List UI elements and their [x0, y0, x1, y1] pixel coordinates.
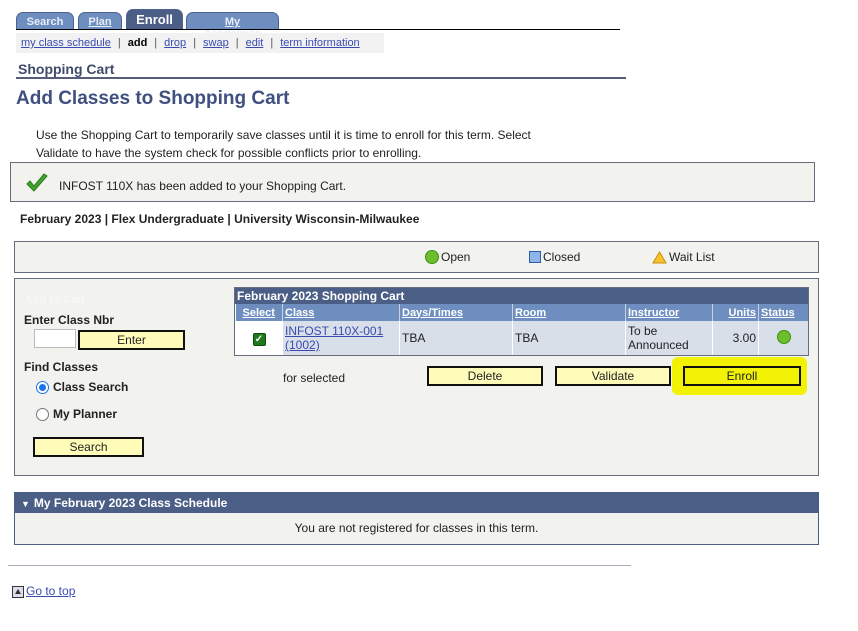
subnav-separator: | — [235, 37, 239, 49]
radio-unselected-icon[interactable] — [36, 407, 49, 421]
shopping-cart-grid: February 2023 Shopping Cart Select Class… — [234, 287, 809, 356]
subnav-add: add — [127, 37, 148, 49]
col-class[interactable]: Class — [282, 304, 400, 321]
waitlist-triangle-icon — [652, 250, 667, 263]
go-to-top-link[interactable]: Go to top — [26, 584, 75, 598]
delete-button[interactable]: Delete — [427, 366, 543, 386]
radio-selected-icon[interactable] — [36, 380, 49, 394]
class-search-radio[interactable]: Class Search — [36, 380, 128, 394]
subnav-drop[interactable]: drop — [164, 37, 186, 49]
validate-button[interactable]: Validate — [555, 366, 671, 386]
tab-search[interactable]: Search — [16, 12, 74, 30]
schedule-title: My February 2023 Class Schedule — [33, 496, 228, 510]
search-button[interactable]: Search — [33, 437, 144, 457]
instructions-line-1: Use the Shopping Cart to temporarily sav… — [36, 128, 531, 142]
go-to-top[interactable]: Go to top — [12, 584, 75, 598]
open-status-icon — [776, 329, 791, 344]
table-row: ✓ INFOST 110X-001 (1002) TBA TBA To be Ann… — [235, 321, 808, 355]
cart-table: Select Class Days/Times Room Instructor … — [235, 304, 808, 355]
legend-open: Open — [425, 250, 470, 264]
checkmark-icon — [26, 173, 48, 192]
legend-closed: Closed — [529, 250, 580, 264]
footer-divider — [8, 565, 631, 566]
for-selected-label: for selected — [283, 371, 346, 385]
cart-title: February 2023 Shopping Cart — [235, 288, 808, 304]
instructions: Use the Shopping Cart to temporarily sav… — [36, 126, 556, 162]
enroll-button[interactable]: Enroll — [683, 366, 801, 386]
legend-waitlist: Wait List — [652, 250, 715, 264]
tab-enroll[interactable]: Enroll — [126, 9, 183, 30]
instructor-line-1: To be — [628, 324, 658, 338]
schedule-header[interactable]: ▼ My February 2023 Class Schedule — [15, 493, 818, 513]
legend-closed-label: Closed — [543, 250, 581, 264]
select-cell: ✓ — [235, 321, 283, 355]
instructions-line-2: Validate to have the system check for po… — [36, 146, 422, 160]
tab-plan-label: Plan — [88, 16, 112, 28]
instructor-cell: To be Announced — [625, 321, 713, 355]
col-days-times[interactable]: Days/Times — [399, 304, 513, 321]
subnav-separator: | — [193, 37, 197, 49]
col-instructor[interactable]: Instructor — [625, 304, 713, 321]
schedule-empty-message: You are not registered for classes in th… — [294, 521, 539, 535]
tab-plan[interactable]: Plan — [78, 12, 122, 30]
class-cell: INFOST 110X-001 (1002) — [282, 321, 400, 355]
subnav-term-information[interactable]: term information — [280, 37, 359, 49]
legend-waitlist-label: Wait List — [669, 250, 715, 264]
closed-square-icon — [529, 251, 541, 263]
my-planner-radio[interactable]: My Planner — [36, 407, 117, 421]
open-circle-icon — [425, 250, 439, 264]
subnav-swap[interactable]: swap — [203, 37, 229, 49]
class-nbr-input[interactable] — [34, 329, 76, 348]
section-header: Shopping Cart — [18, 61, 115, 77]
cart-header-row: Select Class Days/Times Room Instructor … — [235, 304, 808, 321]
class-search-label: Class Search — [53, 380, 129, 394]
term-info: February 2023 | Flex Undergraduate | Uni… — [20, 212, 420, 226]
confirmation-message-box: INFOST 110X has been added to your Shopp… — [10, 162, 815, 202]
col-select[interactable]: Select — [235, 304, 283, 321]
tab-my-academics[interactable]: My Academics — [186, 12, 279, 40]
find-classes-label: Find Classes — [24, 360, 99, 374]
legend-open-label: Open — [441, 250, 471, 264]
subnav-separator: | — [117, 37, 121, 49]
page-title: Add Classes to Shopping Cart — [16, 88, 290, 109]
shopping-cart-panel: Add to Cart Enter Class Nbr Enter Find C… — [14, 278, 819, 476]
confirmation-message: INFOST 110X has been added to your Shopp… — [59, 179, 347, 193]
room-cell: TBA — [512, 321, 626, 355]
subnav-separator: | — [270, 37, 274, 49]
instructor-line-2: Announced — [628, 338, 689, 352]
class-section: INFOST 110X-001 — [285, 324, 384, 338]
select-checkbox[interactable]: ✓ — [252, 332, 266, 346]
class-link[interactable]: INFOST 110X-001 (1002) — [285, 324, 383, 352]
sub-navigation: my class schedule | add | drop | swap | edit | ter… — [16, 33, 384, 53]
col-status[interactable]: Status — [758, 304, 808, 321]
status-cell — [758, 321, 808, 355]
subnav-separator: | — [154, 37, 158, 49]
days-times-cell: TBA — [399, 321, 513, 355]
enter-button[interactable]: Enter — [78, 330, 185, 350]
class-schedule-section: ▼ My February 2023 Class Schedule You are… — [14, 492, 819, 545]
my-planner-label: My Planner — [53, 407, 118, 421]
add-to-cart-title: Add to Cart — [25, 294, 85, 306]
subnav-my-class-schedule[interactable]: my class schedule — [21, 37, 111, 49]
units-cell: 3.00 — [712, 321, 759, 355]
status-legend: Open Closed Wait List — [14, 241, 819, 273]
class-nbr-label: Enter Class Nbr — [24, 313, 115, 327]
col-units[interactable]: Units — [712, 304, 759, 321]
arrow-up-icon[interactable] — [12, 586, 24, 598]
tab-divider — [16, 29, 620, 30]
subnav-edit[interactable]: edit — [246, 37, 264, 49]
section-divider — [16, 77, 626, 79]
collapse-triangle-icon[interactable]: ▼ — [21, 499, 30, 509]
class-number: (1002) — [285, 338, 320, 352]
col-room[interactable]: Room — [512, 304, 626, 321]
